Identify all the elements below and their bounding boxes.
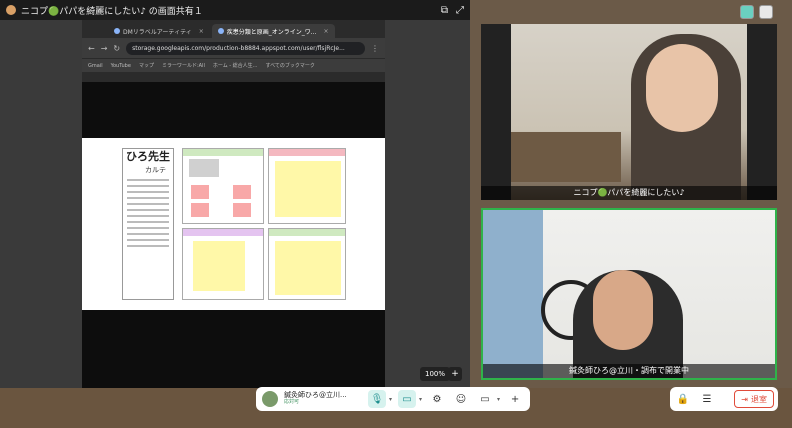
browser-window: DMリラベルアーティティ × 疾患分類と原画_オンライン_ワ... × ← → … [82,20,385,82]
zoom-level[interactable]: 100% [420,367,451,381]
user-info[interactable]: 鍼灸師ひろ@立川... 応対可 [284,392,362,405]
menu-icon[interactable]: ⋮ [371,44,379,53]
doc-card [182,228,264,300]
profile-card: ひろ先生 カルテ [122,148,174,300]
screen-share-icon[interactable]: ▭ [476,390,494,408]
tab-strip: DMリラベルアーティティ × 疾患分類と原画_オンライン_ワ... × [82,20,385,38]
reload-icon[interactable]: ↻ [113,44,120,53]
address-bar[interactable]: storage.googleapis.com/production-b8884.… [126,41,365,55]
zoom-in-button[interactable]: + [448,367,462,381]
add-icon[interactable]: + [506,390,524,408]
video-feed [511,24,747,200]
address-row: ← → ↻ storage.googleapis.com/production-… [82,38,385,58]
bookmark-item[interactable]: ホーム - 総合人生... [213,62,258,69]
browser-tab-active[interactable]: 疾患分類と原画_オンライン_ワ... × [211,24,335,38]
settings-icon[interactable]: ⚙ [428,390,446,408]
avatar[interactable] [262,391,278,407]
tab-favicon [114,28,120,34]
control-bar: 鍼灸師ひろ@立川... 応対可 🎙 ▾ ▭ ▾ ⚙ ☺ ▭ ▾ + [256,387,530,411]
bookmark-item[interactable]: ミラーワールド:All [162,62,205,69]
profile-name: ひろ先生 [126,150,170,163]
browser-tab[interactable]: DMリラベルアーティティ × [108,24,210,38]
camera-button[interactable]: ▭ [397,390,416,408]
shared-screen: DMリラベルアーティティ × 疾患分類と原画_オンライン_ワ... × ← → … [0,20,470,388]
video-feed [483,210,775,378]
lock-icon[interactable]: 🔒 [674,390,692,408]
close-icon[interactable]: × [199,28,204,35]
tab-label: DMリラベルアーティティ [123,28,192,36]
bookmark-item[interactable]: YouTube [111,63,131,69]
url-text: storage.googleapis.com/production-b8884.… [132,44,345,52]
chevron-down-icon[interactable]: ▾ [419,396,422,403]
bookmarks-bar: Gmail YouTube マップ ミラーワールド:All ホーム - 総合人生… [82,58,385,72]
bookmark-item[interactable]: マップ [139,62,154,69]
emoji-icon[interactable]: ☺ [452,390,470,408]
grid-view-icon[interactable] [740,5,754,19]
profile-subtitle: カルテ [145,166,166,175]
chevron-down-icon[interactable]: ▾ [389,396,392,403]
leave-button[interactable]: ⇥ 退室 [734,390,774,408]
document-viewer: ひろ先生 カルテ [82,82,385,388]
bookmark-item[interactable]: すべてのブックマーク [265,62,314,69]
share-title: ニコプ🟢パパを綺麗にしたい♪ の画面共有１ [21,6,203,17]
chevron-down-icon[interactable]: ▾ [497,396,500,403]
leave-label: 退室 [751,394,767,404]
expand-icon[interactable]: ⤢ [456,5,464,16]
video-tile-active-speaker[interactable]: 鍼灸師ひろ@立川・調布で開業中 [481,208,777,380]
pip-icon[interactable]: ⧉ [441,5,448,16]
view-controls [740,5,773,19]
document-page: ひろ先生 カルテ [82,138,385,310]
room-controls: 🔒 ☰ ⇥ 退室 [670,387,778,411]
tab-label: 疾患分類と原画_オンライン_ワ... [226,28,317,36]
tab-favicon [217,28,224,34]
user-status: 応対可 [284,399,300,406]
exit-icon: ⇥ [741,394,748,404]
user-avatar-dot [6,5,16,15]
menu-icon[interactable]: ☰ [698,390,716,408]
doc-card [182,148,264,224]
speaker-view-icon[interactable] [759,5,773,19]
forward-icon[interactable]: → [101,44,108,53]
back-icon[interactable]: ← [88,44,95,53]
participant-name: ニコプ🟢パパを綺麗にしたい♪ [481,186,777,200]
microphone-button[interactable]: 🎙 [367,390,386,408]
participant-name: 鍼灸師ひろ@立川・調布で開業中 [483,364,775,378]
doc-card [268,228,346,300]
bookmark-item[interactable]: Gmail [88,63,103,69]
video-tile[interactable]: ニコプ🟢パパを綺麗にしたい♪ [481,24,777,200]
share-title-bar: ニコプ🟢パパを綺麗にしたい♪ の画面共有１ ⧉ ⤢ [0,0,470,20]
doc-card [268,148,346,224]
close-icon[interactable]: × [323,28,328,35]
